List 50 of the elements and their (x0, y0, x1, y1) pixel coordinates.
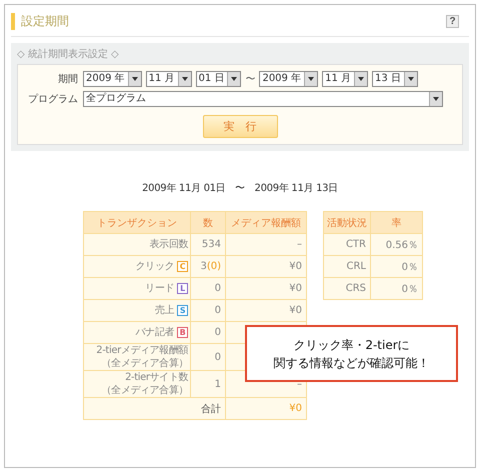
panel-legend: ◇ 統計期間表示設定 ◇ (17, 47, 463, 61)
table-cell: ¥0 (226, 278, 306, 300)
select-field[interactable]: 11 月 (146, 71, 192, 87)
column-header: 活動状況 (324, 212, 370, 234)
column-header: メディア報酬額 (226, 212, 306, 234)
period-label: 期間 (57, 72, 78, 86)
badge: C (177, 261, 188, 272)
badge: B (177, 327, 188, 338)
select-field[interactable]: 2009 年 (83, 71, 142, 87)
program-select[interactable]: 全プログラム (83, 91, 443, 107)
table-cell: – (226, 234, 306, 256)
table-cell: 0％ (370, 278, 422, 300)
select-field[interactable]: 11 月 (322, 71, 368, 87)
total-value: ¥0 (226, 398, 306, 420)
table-cell: 534 (190, 234, 226, 256)
program-label: プログラム (27, 92, 78, 106)
table-cell: 2-tierサイト数 （全メディア合算） (84, 370, 190, 398)
select-field[interactable]: 2009 年 (259, 71, 318, 87)
total-label: 合計 (84, 398, 226, 420)
column-header: 率 (370, 212, 422, 234)
table-cell: 0 (190, 278, 226, 300)
column-header: 数 (190, 212, 226, 234)
table-cell: 2-tierメディア報酬額 （全メディア合算） (84, 344, 190, 370)
badge: S (177, 305, 188, 316)
table-cell: CRS (324, 278, 370, 300)
table-cell: 0 (190, 322, 226, 344)
select-field[interactable]: 13 日 (372, 71, 418, 87)
table-cell: 0 (190, 300, 226, 322)
select-field[interactable]: 01 日 (196, 71, 242, 87)
table-cell: 0％ (370, 256, 422, 278)
badge: L (177, 283, 188, 294)
help-button[interactable]: ? (446, 15, 459, 28)
table-cell: クリック C (84, 256, 190, 278)
column-header: トランザクション (84, 212, 190, 234)
table-cell: ¥0 (226, 256, 306, 278)
table-cell: バナ記者 B (84, 322, 190, 344)
date-range: 2009年 11月 01日 〜 2009年 11月 13日 (141, 182, 339, 195)
callout-note: クリック率・2-tierに 関する情報などが確認可能！ (245, 325, 458, 382)
table-cell: 0.56％ (370, 234, 422, 256)
table-cell: 0 (190, 344, 226, 370)
table-cell: 1 (190, 370, 226, 398)
table-cell: ¥0 (226, 300, 306, 322)
table-cell: CTR (324, 234, 370, 256)
table-cell: 表示回数 (84, 234, 190, 256)
range-separator: 〜 (245, 73, 256, 86)
table-cell: CRL (324, 256, 370, 278)
table-cell: 3(0) (190, 256, 226, 278)
table-cell: リード L (84, 278, 190, 300)
table-cell: 売上 S (84, 300, 190, 322)
section-title: 設定期間 (11, 13, 69, 30)
